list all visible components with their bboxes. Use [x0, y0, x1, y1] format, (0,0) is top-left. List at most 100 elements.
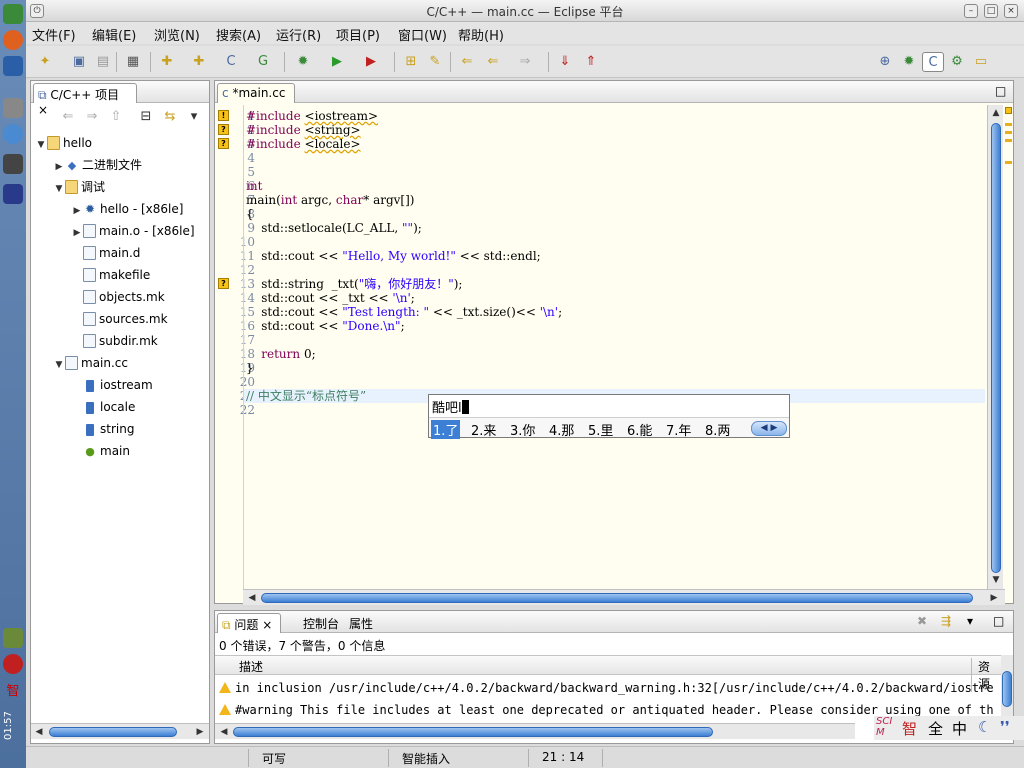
- code-line[interactable]: int: [246, 179, 262, 193]
- warning-icon[interactable]: !: [218, 110, 229, 121]
- view-menu-icon[interactable]: ▾: [967, 614, 973, 628]
- scroll-left-icon[interactable]: ◀: [245, 591, 259, 605]
- page-prev-icon[interactable]: ◀: [761, 423, 768, 433]
- up-icon[interactable]: ⇧: [105, 107, 127, 127]
- warning-marker[interactable]: [1005, 123, 1012, 126]
- last-edit-icon[interactable]: ⇐: [456, 52, 478, 72]
- scroll-right-icon[interactable]: ▶: [193, 725, 207, 739]
- debug-icon[interactable]: ✹: [292, 52, 314, 72]
- scroll-thumb[interactable]: [261, 593, 973, 603]
- expand-icon[interactable]: ▼: [53, 355, 65, 375]
- warning-marker[interactable]: [1005, 139, 1012, 142]
- code-line[interactable]: #include <iostream>: [246, 109, 378, 123]
- forward-icon[interactable]: ⇒: [81, 107, 103, 127]
- warning-icon[interactable]: ?: [218, 138, 229, 149]
- external-tools-icon[interactable]: ▶: [360, 52, 382, 72]
- tab-console[interactable]: 控制台: [299, 613, 343, 633]
- scroll-thumb[interactable]: [1002, 671, 1012, 707]
- warning-marker[interactable]: [1005, 161, 1012, 164]
- new-source-icon[interactable]: G: [252, 52, 274, 72]
- filter-icon[interactable]: ⇶: [941, 614, 951, 628]
- new-icon[interactable]: ✦: [34, 52, 56, 72]
- map-icon[interactable]: [3, 628, 23, 648]
- code-area[interactable]: #include <iostream> #include <string> #inc…: [243, 105, 985, 589]
- ime-candidate[interactable]: 4.那: [549, 420, 574, 439]
- scroll-thumb[interactable]: [991, 123, 1001, 573]
- tree-item-locale[interactable]: locale: [71, 397, 135, 417]
- warning-icon[interactable]: ?: [218, 124, 229, 135]
- scim-punct[interactable]: 中: [952, 718, 967, 739]
- build-binary-icon[interactable]: ▦: [122, 52, 144, 72]
- close-icon[interactable]: ×: [1004, 4, 1018, 18]
- code-line[interactable]: std::string _txt("嗨，你好朋友！");: [246, 277, 462, 291]
- minimize-icon[interactable]: –: [964, 4, 978, 18]
- tree-item-hello[interactable]: ▼ hello: [35, 133, 92, 153]
- expand-icon[interactable]: ▶: [53, 157, 65, 177]
- page-next-icon[interactable]: ▶: [770, 423, 777, 433]
- back-icon[interactable]: ⇐: [57, 107, 79, 127]
- menu-help[interactable]: 帮助(H): [458, 25, 504, 44]
- expand-icon[interactable]: ▼: [35, 135, 47, 155]
- ime-candidate[interactable]: 5.里: [588, 420, 613, 439]
- menu-navigate[interactable]: 浏览(N): [154, 25, 200, 44]
- code-line[interactable]: #include <string>: [246, 123, 361, 137]
- ime-candidate[interactable]: 1.了: [431, 420, 461, 439]
- new-class-icon[interactable]: C: [220, 52, 242, 72]
- code-line[interactable]: }: [246, 361, 254, 375]
- forward-icon[interactable]: ⇒: [514, 52, 536, 72]
- scroll-up-icon[interactable]: ▲: [989, 106, 1003, 120]
- cpp-perspective-icon[interactable]: C: [922, 52, 944, 72]
- scroll-left-icon[interactable]: ◀: [32, 725, 46, 739]
- ime-candidate[interactable]: 6.能: [627, 420, 652, 439]
- menu-project[interactable]: 项目(P): [336, 25, 380, 44]
- flash-icon[interactable]: [3, 654, 23, 674]
- tree-item-hello-exe[interactable]: ▶ ✹ hello - [x86le]: [71, 199, 184, 221]
- editor-hscrollbar[interactable]: ◀ ▶: [243, 589, 1005, 605]
- quote-icon[interactable]: ❜❜: [1000, 718, 1010, 736]
- code-line[interactable]: return 0;: [246, 347, 315, 361]
- code-line[interactable]: std::setlocale(LC_ALL, "");: [246, 221, 422, 235]
- editor-vscrollbar[interactable]: ▲ ▼: [987, 105, 1003, 589]
- scim-logo[interactable]: SCIM: [876, 716, 898, 738]
- tree-item-main-cc[interactable]: ▼ main.cc: [53, 353, 128, 373]
- menu-edit[interactable]: 编辑(E): [92, 25, 136, 44]
- menu-file[interactable]: 文件(F): [32, 25, 76, 44]
- ime-candidate[interactable]: 2.来: [471, 420, 496, 439]
- project-hscrollbar[interactable]: ◀ ▶: [31, 723, 209, 739]
- tree-item-main-fn[interactable]: ● main: [71, 441, 130, 461]
- link-editor-icon[interactable]: ⇆: [159, 107, 181, 127]
- view-menu-icon[interactable]: ▾: [183, 107, 205, 127]
- expand-icon[interactable]: ▼: [53, 179, 65, 199]
- ime-candidate[interactable]: 7.年: [666, 420, 691, 439]
- expand-icon[interactable]: ▶: [71, 201, 83, 221]
- settings-gears-icon[interactable]: [3, 98, 23, 118]
- menu-run[interactable]: 运行(R): [276, 25, 321, 44]
- tree-item-main-o[interactable]: ▶ main.o - [x86le]: [71, 221, 195, 241]
- code-line[interactable]: std::cout << "Test length: " << _txt.siz…: [246, 305, 562, 319]
- tree-item-sources-mk[interactable]: sources.mk: [71, 309, 168, 329]
- tree-item-binaries[interactable]: ▶ ◆ 二进制文件: [53, 155, 142, 175]
- scroll-thumb[interactable]: [49, 727, 177, 737]
- overview-ruler[interactable]: [1004, 105, 1013, 589]
- ime-candidate[interactable]: 8.两: [705, 420, 730, 439]
- code-line[interactable]: std::cout << _txt << '\n';: [246, 291, 415, 305]
- problems-hscrollbar[interactable]: ◀: [215, 723, 855, 739]
- maximize-icon[interactable]: □: [984, 4, 998, 18]
- print-icon[interactable]: ▤: [92, 52, 114, 72]
- scroll-down-icon[interactable]: ▼: [989, 573, 1003, 587]
- tab-problems[interactable]: ⧉ 问题 ×: [217, 613, 281, 633]
- tree-item-objects-mk[interactable]: objects.mk: [71, 287, 165, 307]
- open-perspective-icon[interactable]: ⊕: [874, 52, 896, 72]
- delete-icon[interactable]: ✖: [917, 614, 927, 628]
- expand-icon[interactable]: ▶: [71, 223, 83, 243]
- menu-window[interactable]: 窗口(W): [398, 25, 447, 44]
- globe-icon[interactable]: [3, 124, 23, 144]
- tree-item-makefile[interactable]: makefile: [71, 265, 150, 285]
- tree-item-subdir-mk[interactable]: subdir.mk: [71, 331, 158, 351]
- ime-candidate[interactable]: 3.你: [510, 420, 535, 439]
- search-tool-icon[interactable]: ✎: [424, 52, 446, 72]
- ubuntu-logo-icon[interactable]: [3, 30, 23, 50]
- new-project-icon[interactable]: ✚: [156, 52, 178, 72]
- table-row[interactable]: in inclusion /usr/include/c++/4.0.2/back…: [219, 681, 999, 695]
- tab-cpp-projects[interactable]: ⧉ C/C++ 项目 ×: [33, 83, 137, 117]
